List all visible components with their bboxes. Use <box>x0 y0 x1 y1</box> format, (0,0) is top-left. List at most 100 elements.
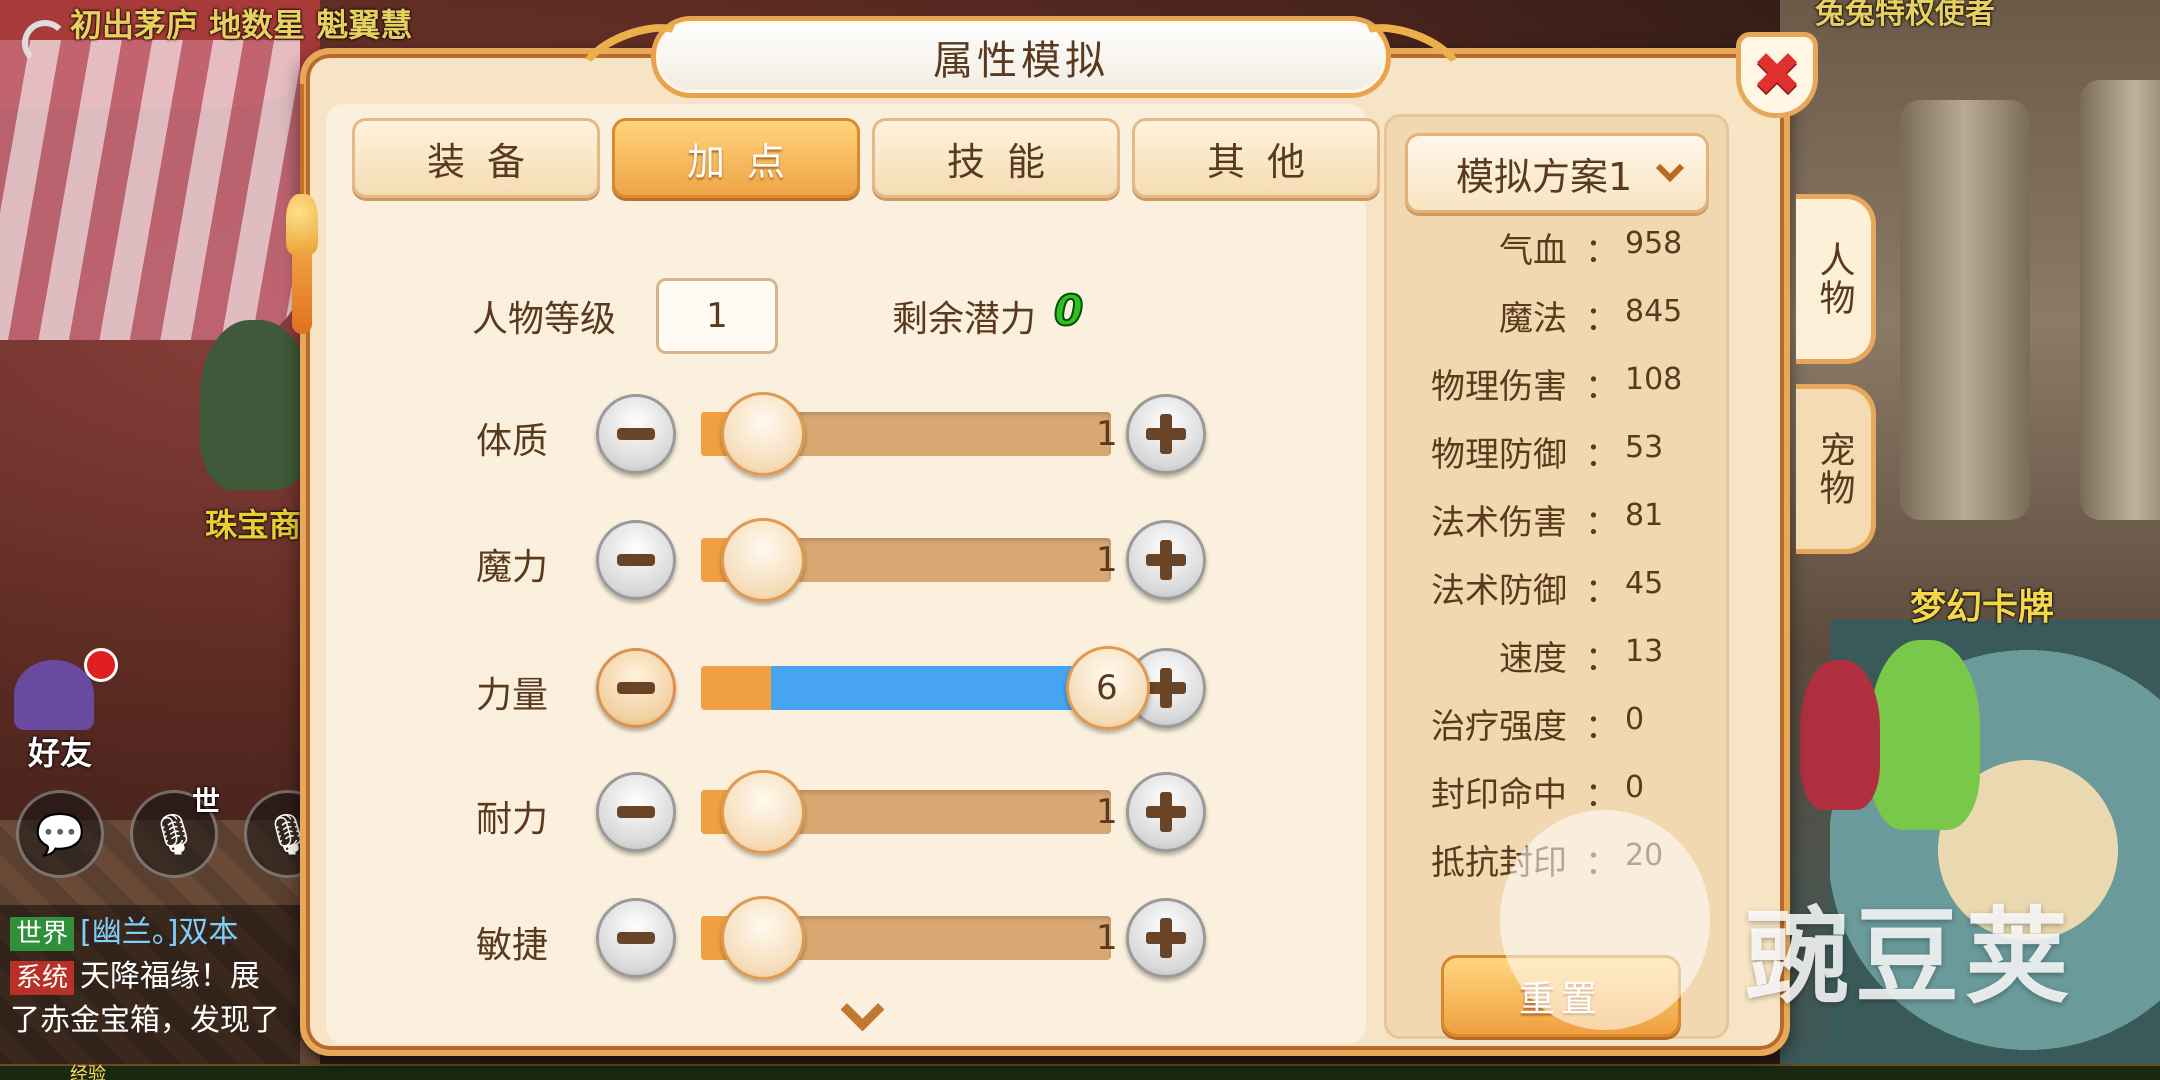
attr-label: 力量 <box>476 675 549 716</box>
chat-line: 了赤金宝箱，发现了 <box>10 999 290 1043</box>
plus-icon <box>1146 414 1186 454</box>
stat-row: 物理防御 ： 53 <box>1387 427 1732 477</box>
attr-slider[interactable] <box>701 518 1111 602</box>
stat-key: 物理伤害 <box>1431 367 1567 407</box>
dialog-title: 属性模拟 <box>933 38 1109 84</box>
stat-row: 法术防御 ： 45 <box>1387 563 1732 613</box>
player-character[interactable] <box>1800 660 1880 810</box>
chevron-down-icon <box>1655 153 1685 183</box>
stat-separator: ： <box>1585 299 1619 339</box>
slider-knob[interactable] <box>721 392 805 476</box>
decrease-button[interactable] <box>596 898 676 978</box>
stat-value: 13 <box>1625 634 1664 669</box>
stat-key: 魔法 <box>1499 299 1567 339</box>
tab-other[interactable]: 其他 <box>1132 118 1380 198</box>
stat-value: 0 <box>1625 770 1645 805</box>
side-tab-pet[interactable]: 宠物 <box>1796 384 1876 554</box>
tab-skills[interactable]: 技能 <box>872 118 1120 198</box>
pendant-ornament <box>282 84 322 334</box>
stat-separator: ： <box>1585 231 1619 271</box>
stat-value: 845 <box>1625 294 1683 329</box>
plus-icon <box>1146 792 1186 832</box>
slider-knob[interactable] <box>721 770 805 854</box>
plan-select-value: 模拟方案1 <box>1456 154 1633 199</box>
attr-value: 1 <box>1096 414 1118 454</box>
plan-select-dropdown[interactable]: 模拟方案1 <box>1405 133 1709 213</box>
remaining-potential-label: 剩余潜力 <box>892 299 1037 340</box>
side-tab-character[interactable]: 人物 <box>1796 194 1876 364</box>
stat-key: 法术防御 <box>1431 571 1567 611</box>
attr-label: 魔力 <box>476 547 549 588</box>
card-npc[interactable] <box>1870 640 1980 830</box>
plus-icon <box>1146 540 1186 580</box>
slider-knob[interactable] <box>721 896 805 980</box>
jeweler-npc[interactable] <box>200 320 310 490</box>
chat-bubble-icon[interactable]: 💬 <box>16 790 104 878</box>
slider-knob[interactable] <box>721 518 805 602</box>
chat-text: [幽兰。]双本 <box>80 915 239 950</box>
attr-value: 1 <box>1096 792 1118 832</box>
minus-icon <box>617 932 655 944</box>
stat-key: 物理防御 <box>1431 435 1567 475</box>
increase-button[interactable] <box>1126 772 1206 852</box>
attr-slider[interactable] <box>701 896 1111 980</box>
scroll-down-chevron-icon[interactable] <box>841 994 885 1024</box>
stat-key: 气血 <box>1499 231 1567 271</box>
chat-line: 系统 天降福缘！展 <box>10 955 290 999</box>
attr-value: 1 <box>1096 918 1118 958</box>
stat-value: 45 <box>1625 566 1664 601</box>
decrease-button[interactable] <box>596 648 676 728</box>
voice-world-label: 世 <box>192 785 221 818</box>
chat-line: 世界 [幽兰。]双本 <box>10 911 290 955</box>
chat-channel-tag: 世界 <box>10 917 75 951</box>
stat-key: 法术伤害 <box>1431 503 1567 543</box>
level-input[interactable]: 1 <box>656 278 778 354</box>
minus-icon <box>617 428 655 440</box>
title-plate: 属性模拟 <box>569 10 1473 108</box>
stat-row: 法术伤害 ： 81 <box>1387 495 1732 545</box>
decrease-button[interactable] <box>596 520 676 600</box>
chat-text: 了赤金宝箱，发现了 <box>10 1003 280 1038</box>
stat-separator: ： <box>1585 367 1619 407</box>
close-button[interactable]: ✖ <box>1736 32 1818 118</box>
pillar <box>2080 80 2160 520</box>
decrease-button[interactable] <box>596 772 676 852</box>
stat-value: 0 <box>1625 702 1645 737</box>
tab-add-points[interactable]: 加点 <box>612 118 860 198</box>
market-tent <box>0 40 300 340</box>
loading-icon <box>22 20 68 66</box>
attr-label: 耐力 <box>476 799 549 840</box>
stat-value: 53 <box>1625 430 1664 465</box>
attr-slider[interactable] <box>701 770 1111 854</box>
tab-equipment[interactable]: 装备 <box>352 118 600 198</box>
attr-slider[interactable] <box>701 392 1111 476</box>
stat-row: 速度 ： 13 <box>1387 631 1732 681</box>
npc-name-jeweler: 珠宝商 <box>205 506 302 544</box>
attr-slider[interactable] <box>701 666 1111 710</box>
attr-value: 6 <box>1096 668 1118 708</box>
watermark-text: 豌豆荚 <box>1745 896 2076 1018</box>
chat-panel[interactable]: 世界 [幽兰。]双本 系统 天降福缘！展 了赤金宝箱，发现了 <box>0 905 300 1065</box>
minus-icon <box>617 806 655 818</box>
stat-value: 81 <box>1625 498 1664 533</box>
stat-key: 封印命中 <box>1431 775 1567 815</box>
plus-icon <box>1146 668 1186 708</box>
pillar <box>1900 100 2030 520</box>
chat-text: 天降福缘！展 <box>80 959 261 994</box>
stat-separator: ： <box>1585 571 1619 611</box>
exp-bar: 经验 <box>0 1064 2160 1080</box>
friend-label: 好友 <box>28 734 93 772</box>
decrease-button[interactable] <box>596 394 676 474</box>
level-label: 人物等级 <box>472 299 617 340</box>
increase-button[interactable] <box>1126 394 1206 474</box>
stat-separator: ： <box>1585 775 1619 815</box>
minus-icon <box>617 682 655 694</box>
increase-button[interactable] <box>1126 520 1206 600</box>
notification-dot <box>84 648 118 682</box>
npc-name-top-right: 兔兔特权使者 <box>1815 0 1995 31</box>
increase-button[interactable] <box>1126 898 1206 978</box>
watermark-logo-icon <box>1500 810 1710 1030</box>
friend-avatar[interactable] <box>14 660 94 730</box>
npc-name-card: 梦幻卡牌 <box>1910 587 2055 628</box>
exp-label: 经验 <box>70 1064 106 1080</box>
